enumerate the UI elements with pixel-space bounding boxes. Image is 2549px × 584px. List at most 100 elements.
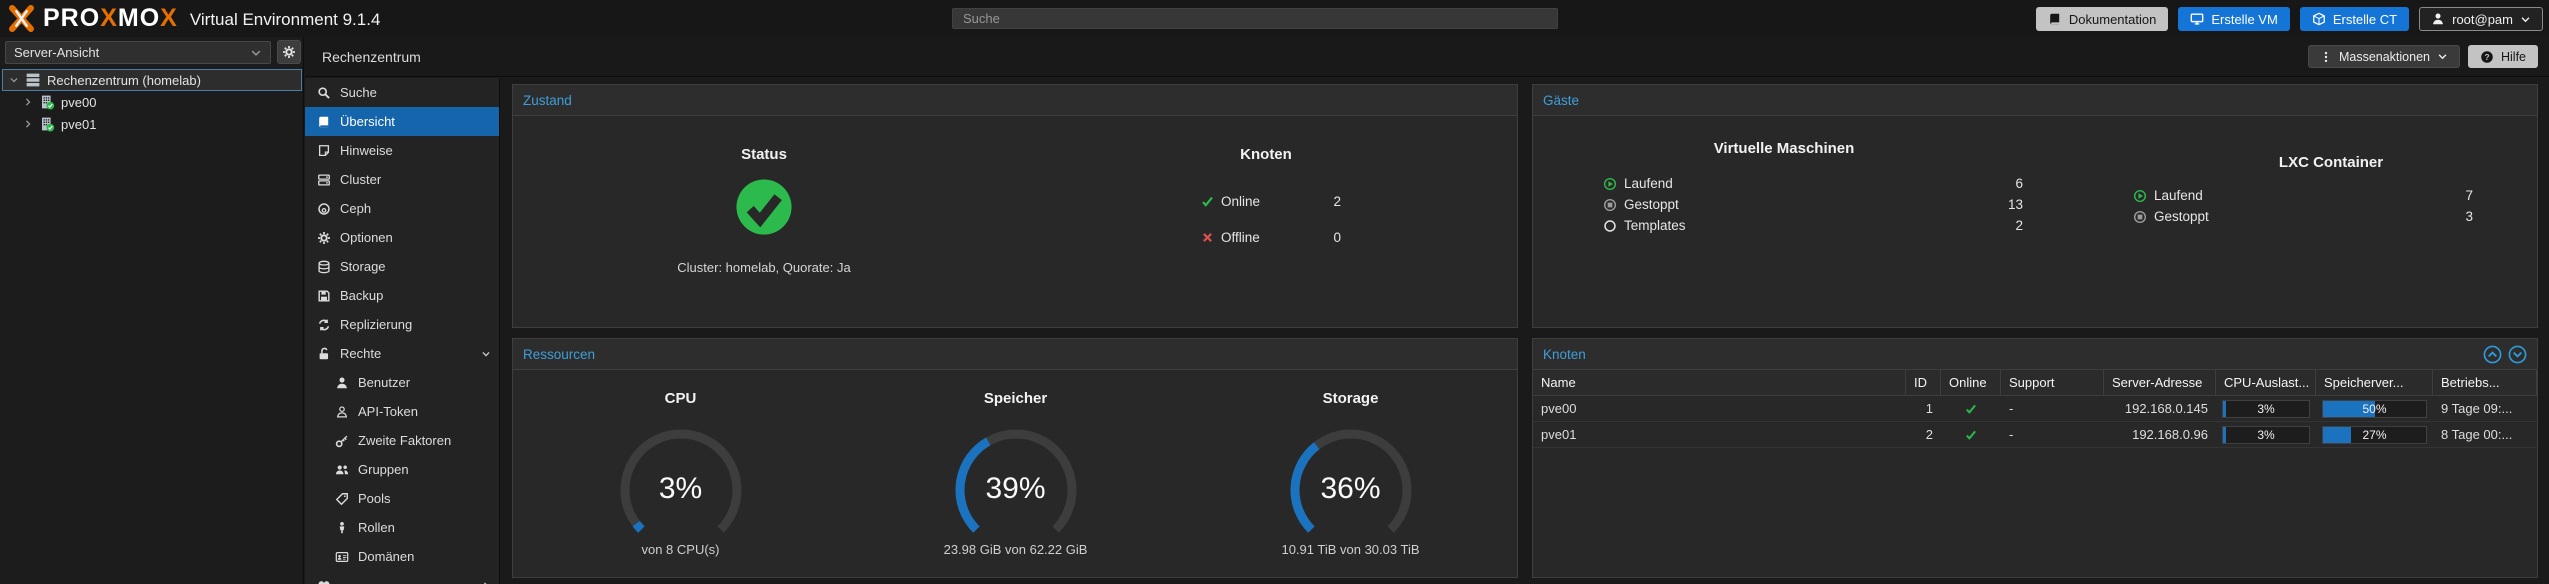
column-header[interactable]: Betriebs... [2433, 370, 2537, 396]
nav-item-cluster[interactable]: Cluster [305, 165, 499, 194]
node-address: 192.168.0.96 [2104, 422, 2216, 448]
bulk-actions-button[interactable]: Massenaktionen [2308, 45, 2460, 68]
nodes-table: NameIDOnlineSupportServer-AdresseCPU-Aus… [1533, 370, 2537, 448]
nav-item-label: Backup [340, 288, 491, 303]
nav-item-replizierung[interactable]: Replizierung [305, 310, 499, 339]
gauge-arc: 3% [601, 410, 761, 540]
gauge-title: Storage [1183, 390, 1518, 407]
user-icon [335, 376, 349, 390]
user-menu-button[interactable]: root@pam [2419, 7, 2543, 31]
node-uptime: 8 Tage 00:... [2433, 422, 2537, 448]
node-status-row: Online2 [1201, 194, 1341, 209]
column-header[interactable]: Speicherver... [2316, 370, 2433, 396]
create-vm-button[interactable]: Erstelle VM [2178, 7, 2289, 31]
resource-tree: Rechenzentrum (homelab) pve00pve01 [0, 69, 304, 135]
vm-row: Laufend6 [1603, 176, 2023, 191]
nav-item-label: Übersicht [340, 114, 491, 129]
create-ct-button[interactable]: Erstelle CT [2300, 7, 2409, 31]
userO-icon [335, 405, 349, 419]
nav-item-partial[interactable] [305, 571, 499, 584]
circle-chevron-up-icon[interactable] [2483, 345, 2502, 364]
panel-ressourcen: Ressourcen CPU3%von 8 CPU(s)Speicher39%2… [512, 338, 1518, 578]
global-search-input[interactable] [952, 8, 1558, 29]
nav-item-rechte[interactable]: Rechte [305, 339, 499, 368]
note-icon [317, 144, 331, 158]
gauge-storage: Storage 36% 10.91 TiB von 30.03 TiB [1183, 370, 1518, 577]
vm-row: Templates2 [1603, 218, 2023, 233]
guest-state-label: Gestoppt [1624, 197, 1679, 212]
nav-item-label: Optionen [340, 230, 491, 245]
nav-item-zweite-faktoren[interactable]: Zweite Faktoren [305, 426, 499, 455]
nav-item-api-token[interactable]: API-Token [305, 397, 499, 426]
column-header[interactable]: Name [1533, 370, 1906, 396]
serverstack-icon [317, 173, 331, 187]
guest-count: 3 [2465, 209, 2473, 224]
guest-count: 2 [2015, 218, 2023, 233]
chevron-right-icon [23, 97, 33, 107]
nav-item--bersicht[interactable]: Übersicht [305, 107, 499, 136]
nav-item-gruppen[interactable]: Gruppen [305, 455, 499, 484]
nav-item-label: Gruppen [358, 462, 491, 477]
person-icon [335, 521, 349, 535]
table-header-row: NameIDOnlineSupportServer-AdresseCPU-Aus… [1533, 370, 2537, 396]
nav-item-label: API-Token [358, 404, 491, 419]
node-cpu-bar: 3% [2222, 426, 2310, 444]
node-row-pve01[interactable]: pve012-192.168.0.963%27%8 Tage 00:... [1533, 422, 2537, 448]
key-icon [335, 434, 349, 448]
help-button[interactable]: ? Hilfe [2468, 45, 2538, 68]
tag-icon [335, 492, 349, 506]
chevron-down-icon [2520, 14, 2531, 25]
column-header[interactable]: Online [1941, 370, 2001, 396]
nav-item-benutzer[interactable]: Benutzer [305, 368, 499, 397]
book-icon [317, 115, 331, 129]
view-mode-select[interactable]: Server-Ansicht [5, 41, 271, 64]
tree-item-pve00[interactable]: pve00 [2, 91, 302, 113]
column-header[interactable]: ID [1906, 370, 1941, 396]
nav-item-rollen[interactable]: Rollen [305, 513, 499, 542]
nav-item-storage[interactable]: Storage [305, 252, 499, 281]
nav-item-suche[interactable]: Suche [305, 78, 499, 107]
nav-item-pools[interactable]: Pools [305, 484, 499, 513]
node-support: - [2001, 422, 2104, 448]
unlock-icon [317, 347, 331, 361]
gauge-caption: 10.91 TiB von 30.03 TiB [1183, 542, 1518, 557]
nav-item-label: Cluster [340, 172, 491, 187]
panel-zustand-header: Zustand [513, 85, 1517, 116]
nav-item-label: Hinweise [340, 143, 491, 158]
panel-gaeste-header: Gäste [1533, 85, 2537, 116]
check-icon [1201, 195, 1214, 208]
user-icon [2431, 12, 2445, 26]
display-icon [2190, 12, 2204, 26]
chevron-down-icon [2437, 51, 2448, 62]
proxmox-logo: PROXMOX Virtual Environment 9.1.4 [8, 5, 380, 32]
nav-item-backup[interactable]: Backup [305, 281, 499, 310]
nav-item-hinweise[interactable]: Hinweise [305, 136, 499, 165]
tree-item-pve01[interactable]: pve01 [2, 113, 302, 135]
node-cpu: 3% [2216, 396, 2316, 422]
tree-settings-button[interactable] [277, 40, 301, 64]
gauge-percent: 36% [1271, 472, 1431, 506]
tree-item-rechenzentrum-homelab-[interactable]: Rechenzentrum (homelab) [2, 69, 302, 91]
guest-count: 6 [2015, 176, 2023, 191]
column-header[interactable]: Server-Adresse [2104, 370, 2216, 396]
circleO-icon [1603, 219, 1617, 233]
node-id: 1 [1906, 396, 1941, 422]
documentation-button[interactable]: Dokumentation [2036, 7, 2168, 31]
button-label: Erstelle VM [2211, 12, 2277, 27]
column-header[interactable]: Support [2001, 370, 2104, 396]
nav-item-dom-nen[interactable]: Domänen [305, 542, 499, 571]
nav-item-optionen[interactable]: Optionen [305, 223, 499, 252]
play-icon [1603, 177, 1617, 191]
question-circle-icon: ? [2480, 50, 2494, 64]
circle-chevron-down-icon[interactable] [2508, 345, 2527, 364]
nav-item-ceph[interactable]: Ceph [305, 194, 499, 223]
dashboard: Zustand StatusCluster: homelab, Quorate:… [501, 78, 2549, 584]
column-header[interactable]: CPU-Auslast... [2216, 370, 2316, 396]
gauge-speicher: Speicher39%23.98 GiB von 62.22 GiB [848, 370, 1183, 577]
topbar-actions: Dokumentation Erstelle VM Erstelle CT root@… [2036, 7, 2543, 31]
node-memory-label: 27% [2323, 427, 2426, 443]
node-row-pve00[interactable]: pve001-192.168.0.1453%50%9 Tage 09:... [1533, 396, 2537, 422]
tree-item-label: Rechenzentrum (homelab) [47, 73, 201, 88]
gauge-caption: 23.98 GiB von 62.22 GiB [848, 542, 1183, 557]
node-id: 2 [1906, 422, 1941, 448]
